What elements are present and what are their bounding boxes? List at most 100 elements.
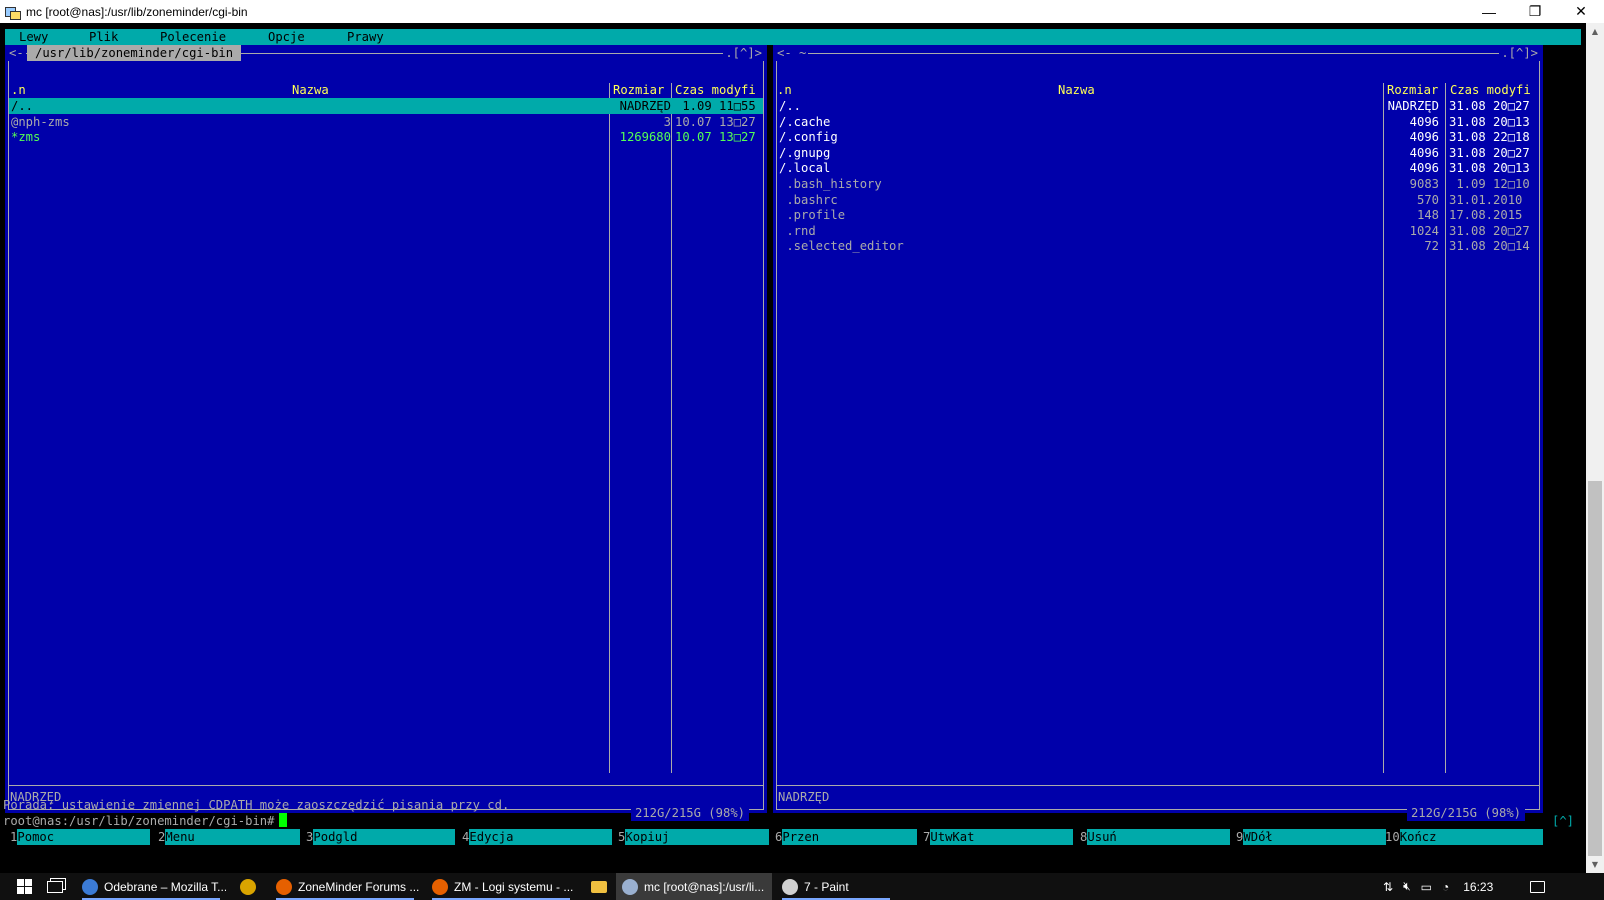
file-name: .bash_history <box>779 177 882 191</box>
start-button[interactable] <box>10 873 38 900</box>
file-row[interactable]: /.. NADRZĘD 1.09 11□55 <box>9 98 763 114</box>
close-button[interactable]: ✕ <box>1558 0 1604 23</box>
menu-polecenie[interactable]: Polecenie <box>160 29 226 45</box>
file-mtime: 31.08 20□14 <box>1449 239 1530 254</box>
fkey-9[interactable]: 9 WDół <box>1236 829 1386 845</box>
task-view-icon <box>47 880 63 893</box>
panel-menu-right[interactable]: .[^]> <box>1499 45 1540 61</box>
panel-history-right[interactable]: <- ~ <box>775 45 809 61</box>
windows-logo-icon <box>16 879 32 894</box>
file-size: 1024 <box>1409 223 1439 238</box>
fkey-label: Przen <box>782 829 917 845</box>
column-header-size[interactable]: Rozmiar <box>613 82 664 98</box>
column-header-time[interactable]: Czas modyfi <box>675 82 756 98</box>
file-row[interactable]: .profile 148 17.08.2015 <box>777 207 1539 223</box>
scroll-up-icon[interactable]: ▲ <box>1586 23 1604 40</box>
taskbar-item[interactable]: ZoneMinder Forums ... <box>270 873 420 900</box>
file-name: .profile <box>779 208 846 223</box>
fkey-7[interactable]: 7 UtwKat <box>923 829 1073 845</box>
file-size: 3 <box>663 114 671 129</box>
fkey-6[interactable]: 6 Przen <box>775 829 917 845</box>
taskbar-item[interactable]: 7 - Paint <box>776 873 896 900</box>
task-view-button[interactable] <box>42 873 68 900</box>
file-size: 4096 <box>1409 114 1439 129</box>
left-panel[interactable]: <- /usr/lib/zoneminder/cgi-bin .[^]> .n … <box>5 45 767 821</box>
fkey-label: UtwKat <box>930 829 1073 845</box>
column-header-name[interactable]: Nazwa <box>292 82 329 98</box>
file-name: .rnd <box>779 223 816 238</box>
file-size: 570 <box>1416 192 1439 207</box>
fkey-4[interactable]: 4 Edycja <box>462 829 612 845</box>
fkey-label: Kończ <box>1399 829 1543 845</box>
file-mtime: 17.08.2015 <box>1449 208 1523 223</box>
file-name: *zms <box>11 130 41 145</box>
fkey-10[interactable]: 10 Kończ <box>1385 829 1543 845</box>
folder-icon <box>591 880 607 893</box>
file-size: 4096 <box>1409 145 1439 160</box>
column-header-size[interactable]: Rozmiar <box>1387 82 1438 98</box>
fkey-label: Edycja <box>469 829 612 845</box>
file-name: /.config <box>779 130 838 145</box>
sort-indicator[interactable]: .n <box>777 82 792 98</box>
speaker-muted-icon[interactable]: 🔇︎ <box>1403 879 1411 894</box>
menu-prawy[interactable]: Prawy <box>347 29 384 45</box>
minimize-button[interactable]: — <box>1466 0 1512 23</box>
menu-lewy[interactable]: Lewy <box>19 29 48 45</box>
disk-usage: 212G/215G (98%) <box>630 805 749 821</box>
column-header-time[interactable]: Czas modyfi <box>1450 82 1531 98</box>
network-tray-icon[interactable]: ⇅ <box>1383 880 1393 894</box>
fkey-3[interactable]: 3 Podgld <box>306 829 455 845</box>
right-panel[interactable]: <- ~ .[^]> .n Nazwa Rozmiar Czas modyfi … <box>773 45 1543 821</box>
notification-icon[interactable] <box>1530 873 1545 900</box>
hint-line: Porada: ustawienie zmiennej CDPATH może … <box>3 798 510 812</box>
file-row[interactable]: *zms 1269680 10.07 13□27 <box>9 129 763 145</box>
clock[interactable]: 16:23 <box>1463 880 1493 894</box>
taskbar-item[interactable]: ZM - Logi systemu - ... <box>426 873 576 900</box>
wifi-icon[interactable]: ◔ <box>1442 880 1449 894</box>
taskbar-item[interactable] <box>232 873 264 900</box>
file-mtime: 1.09 12□10 <box>1449 177 1530 191</box>
file-row[interactable]: /.gnupg 4096 31.08 20□27 <box>777 145 1539 161</box>
file-row[interactable]: /.cache 4096 31.08 20□13 <box>777 114 1539 130</box>
panel-menu-right[interactable]: .[^]> <box>723 45 764 61</box>
file-row[interactable]: /.config 4096 31.08 22□18 <box>777 129 1539 145</box>
file-row[interactable]: .rnd 1024 31.08 20□27 <box>777 223 1539 239</box>
fkey-1[interactable]: 1 Pomoc <box>10 829 150 845</box>
file-row[interactable]: /.local 4096 31.08 20□13 <box>777 160 1539 176</box>
restore-button[interactable]: ❐ <box>1512 0 1558 23</box>
menu-opcje[interactable]: Opcje <box>268 29 305 45</box>
taskbar-item[interactable]: mc [root@nas]:/usr/li... <box>616 873 772 900</box>
fkey-5[interactable]: 5 Kopiuj <box>618 829 769 845</box>
file-mtime: 1.09 11□55 <box>675 99 756 113</box>
battery-icon[interactable]: ▭ <box>1421 880 1432 894</box>
command-line[interactable]: root@nas:/usr/lib/zoneminder/cgi-bin# <box>3 813 287 829</box>
fkey-number: 6 <box>775 830 783 844</box>
fkey-2[interactable]: 2 Menu <box>158 829 300 845</box>
terminal-scrollbar[interactable]: ▲ ▼ <box>1586 23 1604 873</box>
file-row[interactable]: .selected_editor 72 31.08 20□14 <box>777 238 1539 254</box>
column-header-name[interactable]: Nazwa <box>1058 82 1095 98</box>
file-name: /.gnupg <box>779 145 831 160</box>
scroll-down-icon[interactable]: ▼ <box>1586 856 1604 873</box>
file-row[interactable]: /.. NADRZĘD 31.08 20□27 <box>777 98 1539 114</box>
terminal[interactable]: Lewy Plik Polecenie Opcje Prawy <- /usr/… <box>0 23 1586 873</box>
file-row[interactable]: .bash_history 9083 1.09 12□10 <box>777 176 1539 192</box>
command-history-bracket[interactable]: [^] <box>1552 813 1574 829</box>
taskbar-item[interactable] <box>584 873 614 900</box>
mc-menubar: Lewy Plik Polecenie Opcje Prawy <box>5 29 1581 45</box>
panel-history-left[interactable]: <- <box>7 45 26 61</box>
file-row[interactable]: @nph-zms 3 10.07 13□27 <box>9 114 763 130</box>
fkey-8[interactable]: 8 Usuń <box>1080 829 1230 845</box>
sort-indicator[interactable]: .n <box>11 82 26 98</box>
file-mtime: 31.08 20□27 <box>1449 145 1530 160</box>
fkey-number: 5 <box>618 830 626 844</box>
fkey-label: Pomoc <box>17 829 150 845</box>
fkey-number: 9 <box>1236 830 1244 844</box>
file-row[interactable]: .bashrc 570 31.01.2010 <box>777 192 1539 208</box>
file-size: 4096 <box>1409 161 1439 176</box>
menu-plik[interactable]: Plik <box>89 29 118 45</box>
scroll-thumb[interactable] <box>1588 481 1602 856</box>
fkey-label: Podgld <box>313 829 455 845</box>
taskbar-item[interactable]: Odebrane – Mozilla T... <box>76 873 226 900</box>
firefox-icon <box>276 878 292 895</box>
